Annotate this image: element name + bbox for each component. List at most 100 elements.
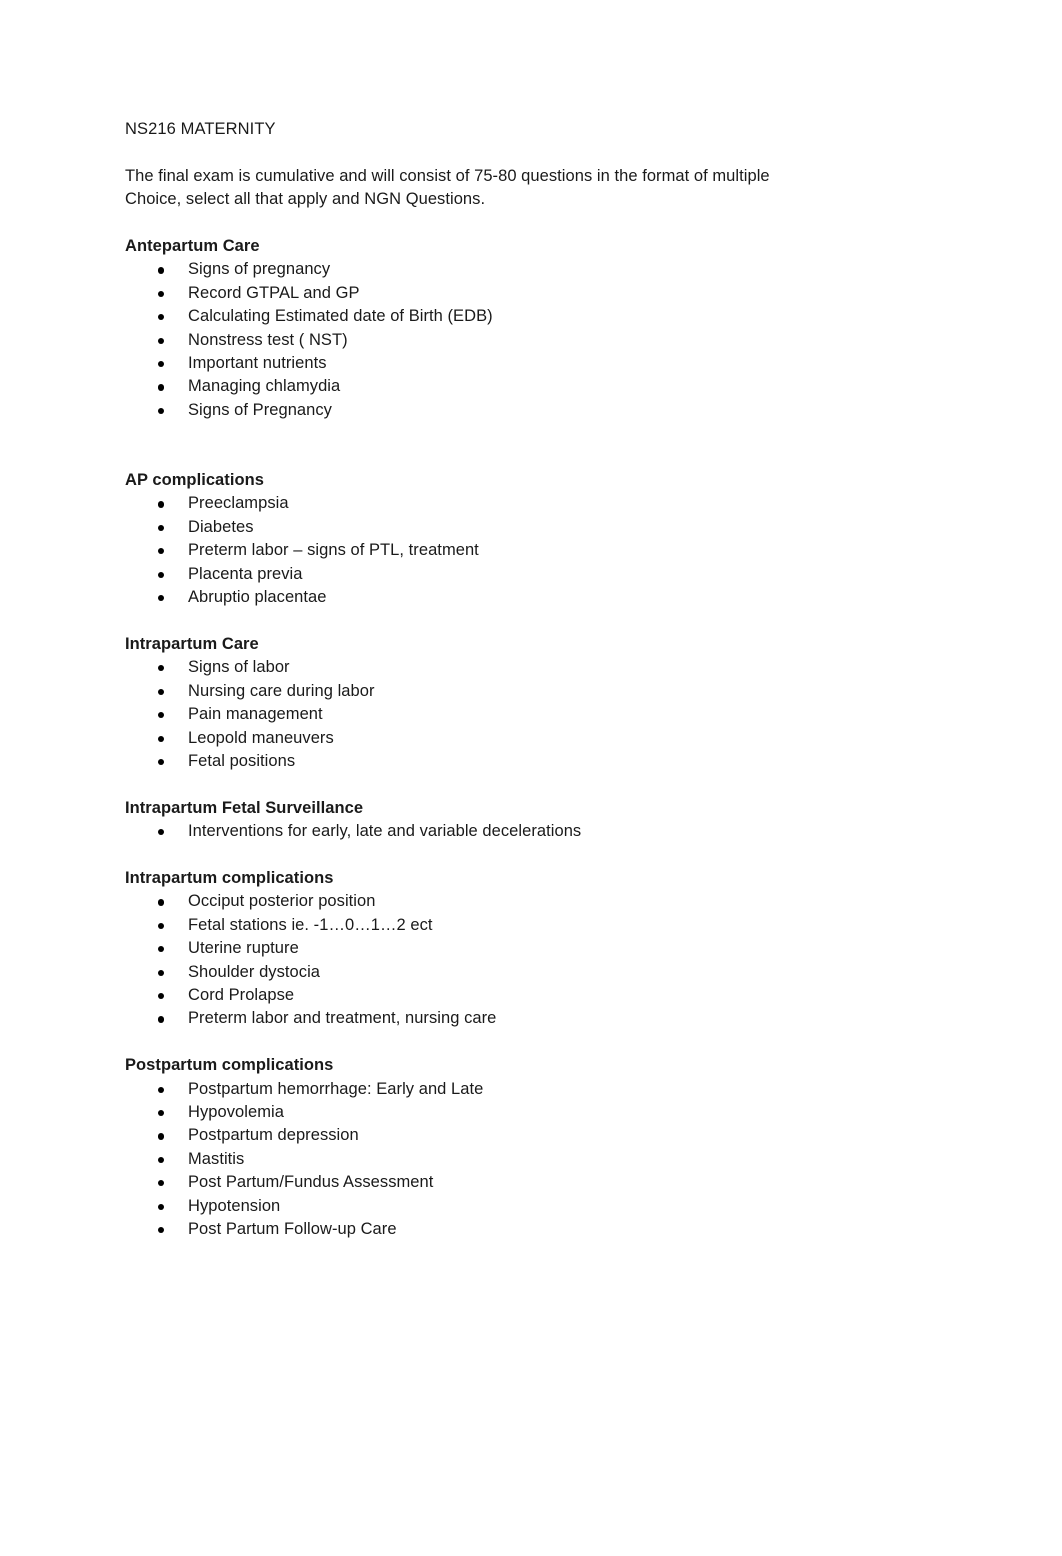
list-item-label: Nursing care during labor [188,681,375,700]
bullet-list: Preeclampsia Diabetes Preterm labor – sign… [125,492,815,609]
list-item: Leopold maneuvers [125,727,815,750]
bullet-point-icon [158,984,165,1007]
bullet-list: Signs of pregnancy Record GTPAL and GP Cal… [125,258,815,422]
list-item-label: Hypotension [188,1196,281,1215]
list-item-label: Uterine rupture [188,939,299,958]
list-item: Hypotension [125,1195,815,1218]
bullet-list: Occiput posterior position Fetal stations… [125,890,815,1030]
bullet-point-icon [158,890,165,913]
bullet-point-icon [158,1078,165,1101]
list-item: Occiput posterior position [125,890,815,913]
list-item-label: Cord Prolapse [188,985,295,1004]
bullet-point-icon [158,563,165,586]
list-item: Preeclampsia [125,492,815,515]
title-paragraph-spacer [125,141,815,164]
list-item-label: Hypovolemia [188,1102,284,1121]
section: AP complications Preeclampsia Diabetes Pret… [125,469,815,609]
sections-container: Antepartum Care Signs of pregnancy Record … [125,235,815,1241]
list-item-label: Signs of pregnancy [188,260,331,279]
list-item: Fetal stations ie. -1…0…1…2 ect [125,914,815,937]
bullet-point-icon [158,492,165,515]
list-item-label: Signs of Pregnancy [188,400,332,419]
list-item-label: Calculating Estimated date of Birth (EDB… [188,307,493,326]
list-item-label: Important nutrients [188,354,327,373]
list-item-label: Postpartum depression [188,1126,359,1145]
bullet-point-icon [158,1218,165,1241]
bullet-point-icon [158,1171,165,1194]
bullet-point-icon [158,539,165,562]
bullet-point-icon [158,961,165,984]
bullet-point-icon [158,1124,165,1147]
bullet-list: Signs of labor Nursing care during labor P… [125,656,815,773]
bullet-point-icon [158,820,165,843]
bullet-point-icon [158,750,165,773]
list-item-label: Managing chlamydia [188,377,341,396]
intro-section-spacer [125,212,815,235]
list-item-label: Fetal positions [188,751,296,770]
list-item: Calculating Estimated date of Birth (EDB… [125,305,815,328]
bullet-point-icon [158,727,165,750]
section-heading: Postpartum complications [125,1056,334,1075]
list-item: Diabetes [125,516,815,539]
list-item: Signs of pregnancy [125,258,815,281]
section: Intrapartum complications Occiput posteri… [125,867,815,1031]
list-item: Record GTPAL and GP [125,282,815,305]
bullet-list: Interventions for early, late and variab… [125,820,815,843]
list-item-label: Preeclampsia [188,494,289,513]
bullet-list: Postpartum hemorrhage: Early and Late Hyp… [125,1078,815,1242]
list-item-label: Record GTPAL and GP [188,283,360,302]
list-item: Shoulder dystocia [125,961,815,984]
bullet-point-icon [158,656,165,679]
list-item-label: Postpartum hemorrhage: Early and Late [188,1079,484,1098]
list-item-label: Post Partum Follow-up Care [188,1219,397,1238]
bullet-point-icon [158,352,165,375]
section-heading: Intrapartum Care [125,634,259,653]
list-item: Important nutrients [125,352,815,375]
list-item: Postpartum hemorrhage: Early and Late [125,1078,815,1101]
bullet-point-icon [158,914,165,937]
bullet-point-icon [158,258,165,281]
list-item: Nursing care during labor [125,680,815,703]
list-item: Signs of labor [125,656,815,679]
list-item: Uterine rupture [125,937,815,960]
list-item: Fetal positions [125,750,815,773]
list-item: Managing chlamydia [125,375,815,398]
list-item-label: Post Partum/Fundus Assessment [188,1173,434,1192]
bullet-point-icon [158,1101,165,1124]
document-page: NS216 MATERNITY The final exam is cumula… [0,0,1062,1556]
page-title: NS216 MATERNITY [125,120,276,138]
bullet-point-icon [158,399,165,422]
list-item-label: Placenta previa [188,564,303,583]
bullet-point-icon [158,937,165,960]
list-item-label: Signs of labor [188,658,290,677]
bullet-point-icon [158,329,165,352]
list-item-label: Shoulder dystocia [188,962,321,981]
list-item: Cord Prolapse [125,984,815,1007]
section: Intrapartum Care Signs of labor Nursing ca… [125,633,815,773]
document-body: NS216 MATERNITY The final exam is cumula… [125,118,815,1241]
bullet-point-icon [158,282,165,305]
list-item: Preterm labor – signs of PTL, treatment [125,539,815,562]
list-item-label: Interventions for early, late and variab… [188,822,582,841]
bullet-point-icon [158,703,165,726]
list-item: Interventions for early, late and variab… [125,820,815,843]
list-item-label: Diabetes [188,517,254,536]
list-item: Nonstress test ( NST) [125,329,815,352]
section-heading: Antepartum Care [125,237,260,255]
list-item: Mastitis [125,1148,815,1171]
list-item: Postpartum depression [125,1124,815,1147]
list-item: Pain management [125,703,815,726]
section: Antepartum Care Signs of pregnancy Record … [125,235,815,422]
bullet-point-icon [158,680,165,703]
section-heading: Intrapartum complications [125,868,334,887]
list-item-label: Mastitis [188,1149,245,1168]
list-item-label: Preterm labor – signs of PTL, treatment [188,541,479,560]
list-item: Post Partum/Fundus Assessment [125,1171,815,1194]
list-item-label: Pain management [188,705,323,724]
list-item-label: Occiput posterior position [188,892,376,911]
list-item: Post Partum Follow-up Care [125,1218,815,1241]
